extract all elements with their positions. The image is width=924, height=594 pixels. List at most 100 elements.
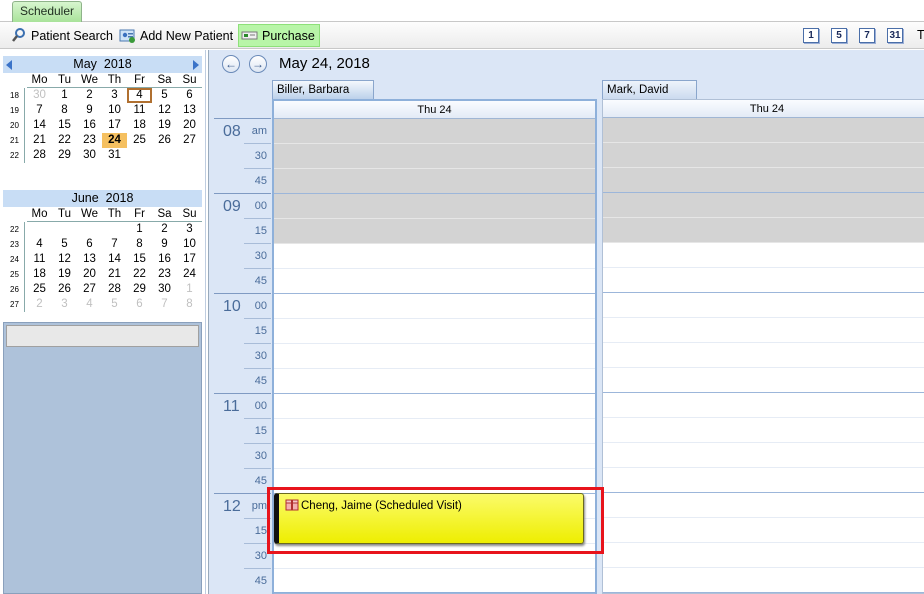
work-week-view-button[interactable]: 5 xyxy=(831,28,847,43)
calendar-day[interactable]: 19 xyxy=(52,267,77,282)
time-slot[interactable] xyxy=(274,144,595,169)
calendar-day[interactable]: 29 xyxy=(127,282,152,297)
calendar-day[interactable]: 18 xyxy=(27,267,52,282)
calendar-day[interactable]: 8 xyxy=(177,297,202,312)
calendar-day[interactable]: 2 xyxy=(77,88,102,103)
calendar-day[interactable]: 21 xyxy=(27,133,52,148)
time-slot[interactable] xyxy=(603,393,924,418)
calendar-day[interactable]: 8 xyxy=(52,103,77,118)
calendar-day[interactable]: 3 xyxy=(102,88,127,103)
time-slot[interactable] xyxy=(274,219,595,244)
month-view-button[interactable]: 31 xyxy=(887,28,903,43)
calendar-day[interactable]: 16 xyxy=(77,118,102,133)
calendar-day[interactable]: 17 xyxy=(102,118,127,133)
time-slot[interactable] xyxy=(274,419,595,444)
calendar-day[interactable]: 14 xyxy=(102,252,127,267)
calendar-day[interactable]: 25 xyxy=(127,133,152,148)
calendar-day[interactable]: 12 xyxy=(152,103,177,118)
calendar-day[interactable]: 1 xyxy=(177,282,202,297)
calendar-day[interactable]: 13 xyxy=(77,252,102,267)
time-slot[interactable] xyxy=(603,118,924,143)
calendar-day[interactable]: 20 xyxy=(77,267,102,282)
calendar-day[interactable]: 11 xyxy=(27,252,52,267)
calendar-day[interactable]: 31 xyxy=(102,148,127,163)
calendar-day[interactable]: 6 xyxy=(77,237,102,252)
time-slot[interactable] xyxy=(274,344,595,369)
time-slot[interactable] xyxy=(603,293,924,318)
time-slot[interactable] xyxy=(603,418,924,443)
calendar-day[interactable]: 30 xyxy=(27,88,52,103)
calendar-day[interactable]: 19 xyxy=(152,118,177,133)
calendar-day[interactable]: 28 xyxy=(102,282,127,297)
time-slot[interactable] xyxy=(274,444,595,469)
resource-column-mark-david[interactable]: Thu 24 xyxy=(602,99,924,594)
time-slot[interactable] xyxy=(603,518,924,543)
time-slot[interactable] xyxy=(274,269,595,294)
resource-tab-biller-barbara[interactable]: Biller, Barbara xyxy=(272,80,374,100)
next-day-button[interactable]: → xyxy=(249,55,267,73)
calendar-day[interactable]: 28 xyxy=(27,148,52,163)
calendar-day[interactable]: 22 xyxy=(52,133,77,148)
time-slot[interactable] xyxy=(603,218,924,243)
prev-day-button[interactable]: ← xyxy=(222,55,240,73)
next-month-arrow-icon[interactable] xyxy=(193,60,199,70)
time-slot[interactable] xyxy=(603,193,924,218)
calendar-day[interactable]: 15 xyxy=(52,118,77,133)
calendar-day[interactable]: 17 xyxy=(177,252,202,267)
time-slot[interactable] xyxy=(603,568,924,593)
calendar-day[interactable]: 27 xyxy=(77,282,102,297)
calendar-day[interactable]: 7 xyxy=(152,297,177,312)
calendar-day[interactable]: 3 xyxy=(177,222,202,237)
calendar-day[interactable]: 4 xyxy=(77,297,102,312)
calendar-day[interactable]: 11 xyxy=(127,103,152,118)
calendar-day[interactable]: 9 xyxy=(152,237,177,252)
resource-tab-mark-david[interactable]: Mark, David xyxy=(602,80,697,100)
calendar-day[interactable]: 30 xyxy=(77,148,102,163)
time-slot[interactable] xyxy=(603,443,924,468)
day-view-button[interactable]: 1 xyxy=(803,28,819,43)
calendar-day[interactable]: 23 xyxy=(77,133,102,148)
time-slot[interactable] xyxy=(603,368,924,393)
purchase-button[interactable]: Purchase xyxy=(238,24,320,47)
calendar-day[interactable]: 2 xyxy=(27,297,52,312)
appointment-block[interactable]: Cheng, Jaime (Scheduled Visit) xyxy=(274,493,584,544)
time-slot[interactable] xyxy=(603,268,924,293)
time-slot[interactable] xyxy=(274,169,595,194)
calendar-day[interactable]: 26 xyxy=(52,282,77,297)
time-slot[interactable] xyxy=(603,343,924,368)
time-slot[interactable] xyxy=(274,294,595,319)
tab-scheduler[interactable]: Scheduler xyxy=(12,1,82,22)
calendar-day[interactable]: 21 xyxy=(102,267,127,282)
calendar-day[interactable]: 5 xyxy=(152,88,177,103)
calendar-day[interactable]: 6 xyxy=(127,297,152,312)
calendar-day[interactable]: 1 xyxy=(52,88,77,103)
time-slot[interactable] xyxy=(603,543,924,568)
calendar-day[interactable]: 3 xyxy=(52,297,77,312)
calendar-day[interactable]: 1 xyxy=(127,222,152,237)
calendar-day[interactable]: 5 xyxy=(52,237,77,252)
calendar-day[interactable]: 16 xyxy=(152,252,177,267)
time-slot[interactable] xyxy=(603,468,924,493)
calendar-day[interactable]: 24 xyxy=(102,133,127,148)
time-slot[interactable] xyxy=(274,194,595,219)
time-slot[interactable] xyxy=(603,168,924,193)
time-slot[interactable] xyxy=(274,544,595,569)
time-slot[interactable] xyxy=(274,319,595,344)
calendar-day[interactable]: 18 xyxy=(127,118,152,133)
time-slot[interactable] xyxy=(603,243,924,268)
calendar-day[interactable]: 14 xyxy=(27,118,52,133)
time-slot[interactable] xyxy=(274,469,595,494)
time-slot[interactable] xyxy=(603,143,924,168)
calendar-day[interactable]: 4 xyxy=(127,88,152,103)
calendar-day[interactable]: 30 xyxy=(152,282,177,297)
calendar-day[interactable]: 5 xyxy=(102,297,127,312)
calendar-day[interactable]: 4 xyxy=(27,237,52,252)
time-slot[interactable] xyxy=(274,119,595,144)
calendar-day[interactable]: 6 xyxy=(177,88,202,103)
calendar-day[interactable]: 26 xyxy=(152,133,177,148)
patient-search-button[interactable]: Patient Search xyxy=(8,24,117,47)
calendar-day[interactable]: 2 xyxy=(152,222,177,237)
calendar-day[interactable]: 10 xyxy=(177,237,202,252)
prev-month-arrow-icon[interactable] xyxy=(6,60,12,70)
time-slot[interactable] xyxy=(603,493,924,518)
